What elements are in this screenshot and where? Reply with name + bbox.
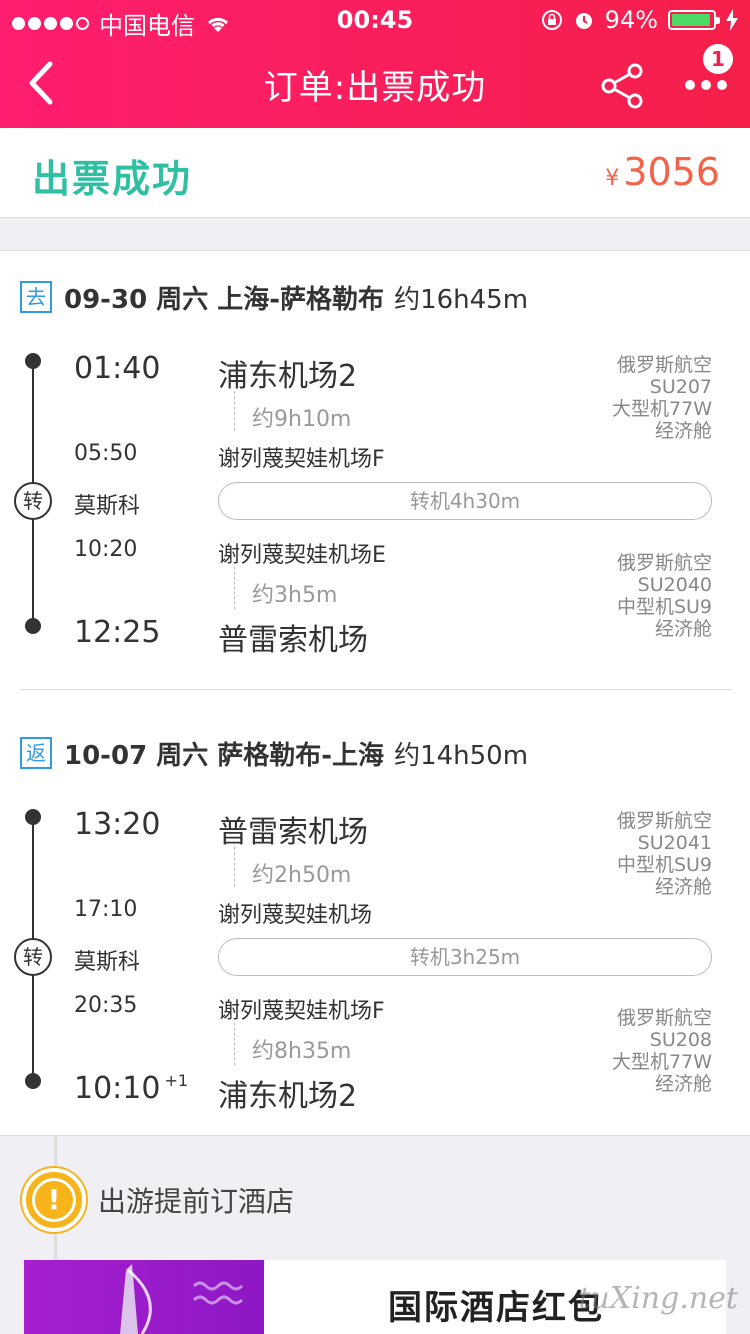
notification-badge: 1 xyxy=(703,44,733,74)
battery-percent: 94% xyxy=(604,6,658,34)
arrival-time: 12:25 xyxy=(74,615,161,650)
leg2-duration: 约3h5m xyxy=(252,583,338,608)
cabin-class: 经济舱 xyxy=(654,1073,712,1095)
departure-airport: 浦东机场2 xyxy=(218,359,358,394)
order-status-bar: 出票成功 ¥ 3056 xyxy=(0,128,750,218)
outbound-segment: 去 09-30 周六 上海-萨格勒布 约16h45m 转 01:40 浦东机场2… xyxy=(0,251,750,689)
arrival-time: 10:10 +1 xyxy=(74,1071,188,1106)
transfer-city: 莫斯科 xyxy=(74,950,141,975)
transfer-icon: 转 xyxy=(14,938,52,976)
departure-airport: 普雷索机场 xyxy=(218,815,368,850)
departure2-time: 10:20 xyxy=(74,537,138,562)
header: 中国电信 00:45 94% 订单:出票成功 xyxy=(0,0,750,128)
return-title: 10-07 周六 萨格勒布-上海 xyxy=(64,740,385,771)
aircraft-type: 大型机77W xyxy=(612,1051,712,1073)
aircraft-type: 中型机SU9 xyxy=(616,854,712,876)
day-offset: +1 xyxy=(164,1071,189,1090)
battery-icon xyxy=(668,10,720,30)
departure2-time: 20:35 xyxy=(74,993,138,1018)
leg1-duration: 约2h50m xyxy=(252,863,352,888)
leg-connector xyxy=(234,1023,235,1065)
departure-time: 13:20 xyxy=(74,807,161,842)
return-tag: 返 xyxy=(20,737,52,769)
timeline-start-dot xyxy=(25,353,41,369)
status-bar: 中国电信 00:45 94% xyxy=(0,0,750,40)
flight-number: SU208 xyxy=(649,1029,712,1051)
arrival1-airport: 谢列蔑契娃机场 xyxy=(218,903,373,928)
outbound-header: 去 09-30 周六 上海-萨格勒布 约16h45m xyxy=(20,281,529,315)
nav-bar: 订单:出票成功 xyxy=(0,40,750,128)
cabin-class: 经济舱 xyxy=(654,420,712,442)
segment-divider xyxy=(20,689,732,690)
leg1-duration: 约9h10m xyxy=(252,407,352,432)
outbound-total-duration: 约16h45m xyxy=(394,284,529,315)
return-segment: 返 10-07 周六 萨格勒布-上海 约14h50m 转 13:20 普雷索机场… xyxy=(0,707,750,1137)
return-header: 返 10-07 周六 萨格勒布-上海 约14h50m xyxy=(20,737,529,771)
flight-number: SU2041 xyxy=(637,832,712,854)
airline-name: 俄罗斯航空 xyxy=(616,552,712,574)
airline-name: 俄罗斯航空 xyxy=(616,810,712,832)
watermark: tuXing.net xyxy=(578,1281,738,1316)
ticket-status: 出票成功 xyxy=(32,157,193,201)
airline-name: 俄罗斯航空 xyxy=(616,354,712,376)
flight-number: SU2040 xyxy=(637,574,712,596)
arrival-time-value: 10:10 xyxy=(74,1071,161,1106)
rotation-lock-icon xyxy=(541,10,562,30)
timeline-end-dot xyxy=(25,1073,41,1089)
outbound-tag: 去 xyxy=(20,281,52,313)
leg-connector xyxy=(234,391,235,431)
aircraft-type: 大型机77W xyxy=(612,398,712,420)
price-amount: 3056 xyxy=(623,150,720,194)
charging-icon xyxy=(726,9,738,31)
flight2-info: 俄罗斯航空 SU2040 中型机SU9 经济舱 xyxy=(617,552,712,640)
hotel-promo-text: 国际酒店红包 xyxy=(388,1288,604,1328)
flight1-info: 俄罗斯航空 SU207 大型机77W 经济舱 xyxy=(612,354,712,442)
flight-number: SU207 xyxy=(649,376,712,398)
departure2-airport: 谢列蔑契娃机场F xyxy=(218,999,385,1024)
cabin-class: 经济舱 xyxy=(654,618,712,640)
transfer-icon: 转 xyxy=(14,482,52,520)
warning-icon: ! xyxy=(22,1168,86,1232)
status-right: 94% xyxy=(541,6,738,34)
trip-card: 去 09-30 周六 上海-萨格勒布 约16h45m 转 01:40 浦东机场2… xyxy=(0,250,750,1136)
transfer-city: 莫斯科 xyxy=(74,494,141,519)
exclamation-icon: ! xyxy=(32,1178,76,1222)
departure-time: 01:40 xyxy=(74,351,161,386)
hotel-section-title: 出游提前订酒店 xyxy=(98,1185,295,1218)
airline-name: 俄罗斯航空 xyxy=(616,1007,712,1029)
timeline-end-dot xyxy=(25,618,41,634)
more-icon[interactable] xyxy=(684,70,728,100)
leg-connector xyxy=(234,567,235,609)
hotel-promo-image xyxy=(24,1260,264,1334)
alarm-icon xyxy=(575,13,592,29)
leg-connector xyxy=(234,847,235,887)
return-total-duration: 约14h50m xyxy=(394,740,529,771)
aircraft-type: 中型机SU9 xyxy=(616,596,712,618)
arrival-airport: 浦东机场2 xyxy=(218,1079,358,1114)
order-price: ¥ 3056 xyxy=(605,150,720,194)
transfer-duration-pill: 转机3h25m xyxy=(218,938,712,976)
arrival1-time: 17:10 xyxy=(74,897,138,922)
transfer-duration-pill: 转机4h30m xyxy=(218,482,712,520)
hotel-suggestion: ! 出游提前订酒店 国际酒店红包 tuXing.net xyxy=(0,1136,750,1334)
timeline-start-dot xyxy=(25,809,41,825)
departure2-airport: 谢列蔑契娃机场E xyxy=(218,543,386,568)
outbound-title: 09-30 周六 上海-萨格勒布 xyxy=(64,284,385,315)
arrival-airport: 普雷索机场 xyxy=(218,623,368,658)
hotel-building-icon xyxy=(120,1264,244,1334)
currency-symbol: ¥ xyxy=(605,166,620,191)
leg2-duration: 约8h35m xyxy=(252,1039,352,1064)
arrival1-airport: 谢列蔑契娃机场F xyxy=(218,447,385,472)
share-icon[interactable] xyxy=(600,62,644,110)
flight1-info: 俄罗斯航空 SU2041 中型机SU9 经济舱 xyxy=(617,810,712,898)
cabin-class: 经济舱 xyxy=(654,876,712,898)
arrival1-time: 05:50 xyxy=(74,441,138,466)
flight2-info: 俄罗斯航空 SU208 大型机77W 经济舱 xyxy=(612,1007,712,1095)
